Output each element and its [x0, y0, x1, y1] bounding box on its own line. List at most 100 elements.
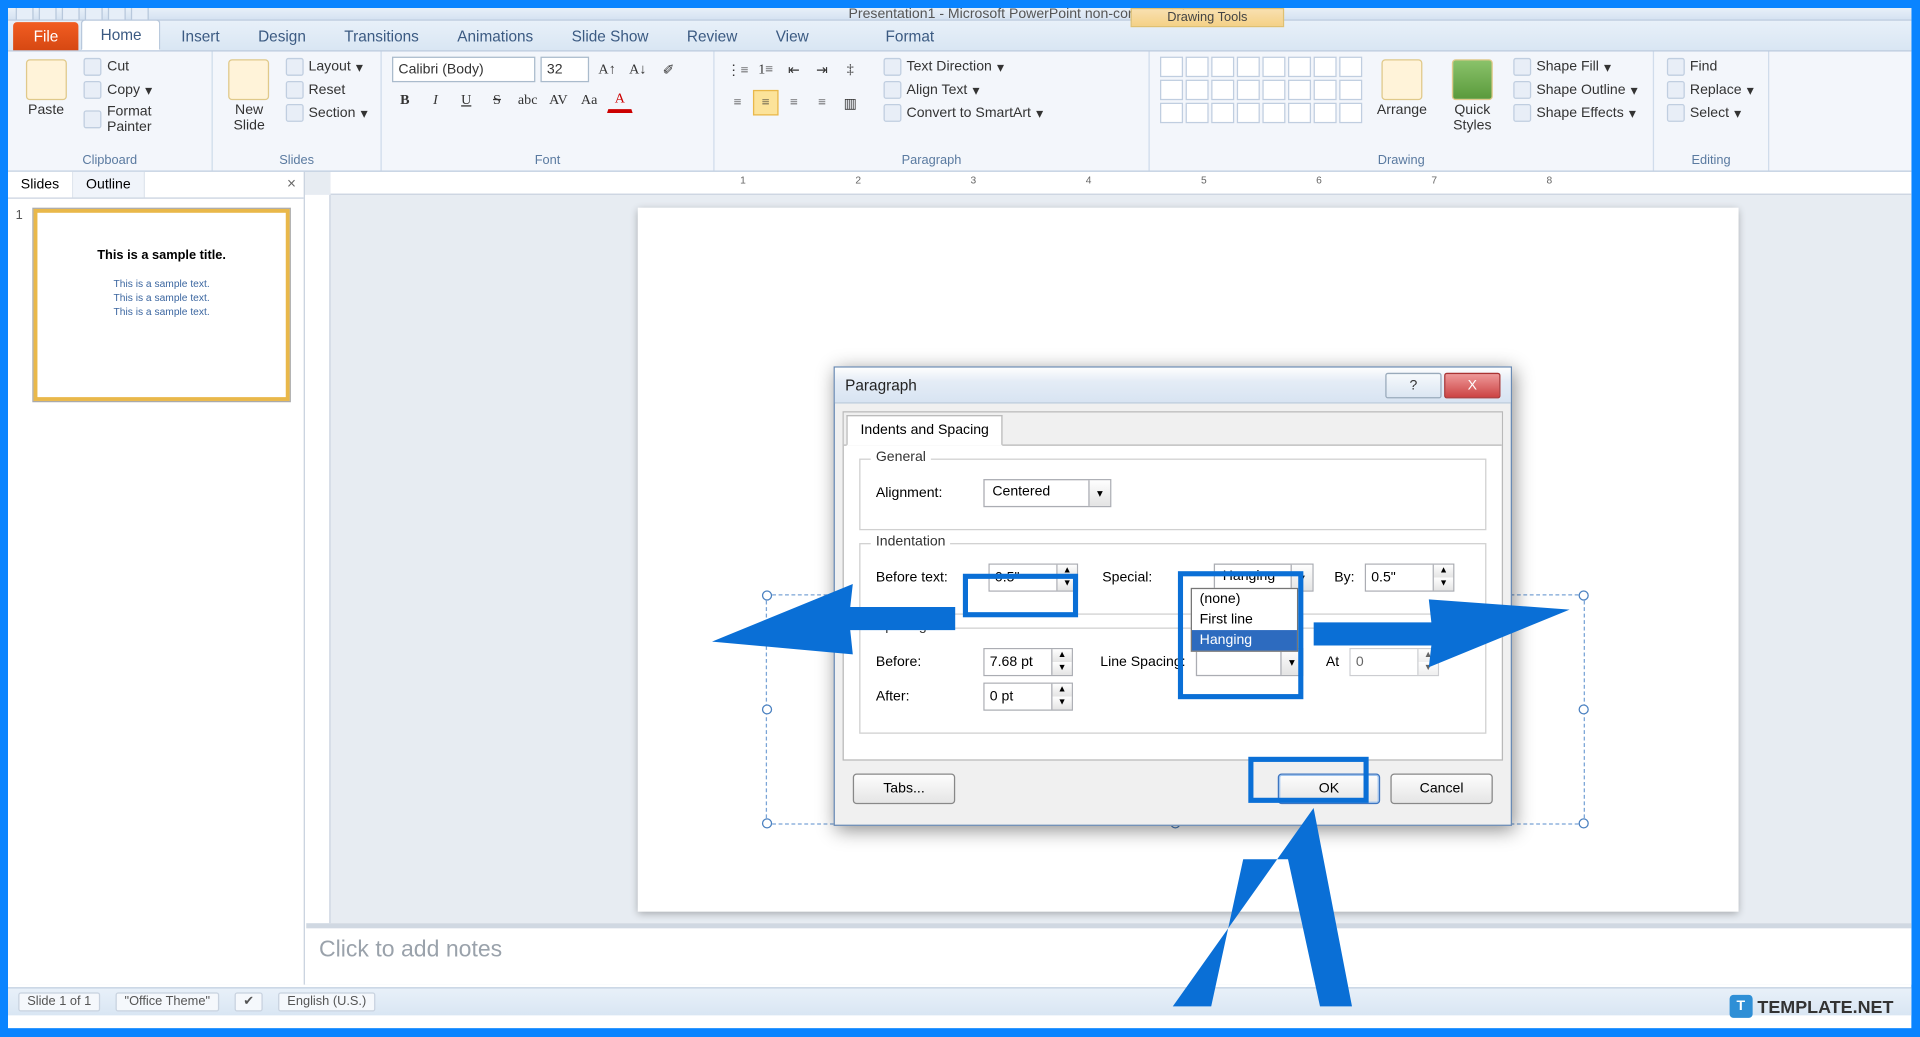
dropdown-option-none[interactable]: (none)	[1192, 589, 1297, 609]
layout-button[interactable]: Layout▾	[283, 57, 370, 77]
resize-handle[interactable]	[762, 704, 772, 714]
by-spinner[interactable]: ▲▼	[1365, 564, 1455, 592]
tab-review[interactable]: Review	[669, 22, 755, 50]
spin-down-icon[interactable]: ▼	[1058, 578, 1077, 591]
tab-file[interactable]: File	[13, 22, 79, 50]
shape-cell[interactable]	[1339, 80, 1362, 100]
spin-down-icon[interactable]: ▼	[1052, 697, 1071, 710]
format-painter-button[interactable]: Format Painter	[82, 103, 202, 136]
dropdown-option-hanging[interactable]: Hanging	[1192, 630, 1297, 650]
decrease-indent-icon[interactable]: ⇤	[781, 57, 807, 83]
grow-font-icon[interactable]: A↑	[594, 57, 620, 83]
new-slide-button[interactable]: New Slide	[223, 57, 275, 136]
slides-panel-close-icon[interactable]: ×	[279, 172, 303, 198]
shape-cell[interactable]	[1262, 80, 1285, 100]
align-left-icon[interactable]: ≡	[725, 90, 751, 116]
shapes-gallery[interactable]	[1160, 57, 1362, 124]
reset-button[interactable]: Reset	[283, 80, 370, 100]
undo-icon[interactable]	[62, 8, 80, 21]
justify-icon[interactable]: ≡	[809, 90, 835, 116]
shape-cell[interactable]	[1160, 80, 1183, 100]
line-spacing-select[interactable]: ▾	[1196, 648, 1304, 676]
spin-up-icon[interactable]: ▲	[1058, 565, 1077, 578]
resize-handle[interactable]	[1579, 818, 1589, 828]
status-spellcheck-icon[interactable]: ✔	[234, 993, 263, 1012]
tab-animations[interactable]: Animations	[439, 22, 551, 50]
shape-fill-button[interactable]: Shape Fill▾	[1511, 57, 1641, 77]
shape-cell[interactable]	[1211, 103, 1234, 123]
status-language[interactable]: English (U.S.)	[278, 993, 375, 1012]
shape-cell[interactable]	[1314, 57, 1337, 77]
spin-down-icon[interactable]: ▼	[1434, 578, 1453, 591]
font-color-button[interactable]: A	[607, 87, 633, 113]
shape-cell[interactable]	[1314, 103, 1337, 123]
line-spacing-icon[interactable]: ‡	[837, 57, 863, 83]
cut-button[interactable]: Cut	[82, 57, 202, 77]
increase-indent-icon[interactable]: ⇥	[809, 57, 835, 83]
shape-effects-button[interactable]: Shape Effects▾	[1511, 103, 1641, 123]
align-text-button[interactable]: Align Text▾	[881, 80, 1046, 100]
slides-panel-tab-slides[interactable]: Slides	[8, 172, 73, 198]
shape-cell[interactable]	[1288, 103, 1311, 123]
shape-cell[interactable]	[1288, 57, 1311, 77]
tab-indents-spacing[interactable]: Indents and Spacing	[846, 415, 1003, 446]
shape-cell[interactable]	[1262, 103, 1285, 123]
spin-up-icon[interactable]: ▲	[1052, 649, 1071, 662]
spin-up-icon[interactable]: ▲	[1052, 684, 1071, 697]
shape-cell[interactable]	[1186, 57, 1209, 77]
copy-button[interactable]: Copy▾	[82, 80, 202, 100]
align-right-icon[interactable]: ≡	[781, 90, 807, 116]
spin-up-icon[interactable]: ▲	[1434, 565, 1453, 578]
shape-cell[interactable]	[1186, 80, 1209, 100]
char-spacing-button[interactable]: AV	[546, 87, 572, 113]
app-icon[interactable]	[16, 8, 34, 21]
shape-cell[interactable]	[1339, 103, 1362, 123]
alignment-select[interactable]: Centered ▾	[983, 479, 1111, 507]
tab-transitions[interactable]: Transitions	[326, 22, 436, 50]
bullets-icon[interactable]: ⋮≡	[725, 57, 751, 83]
shape-cell[interactable]	[1339, 57, 1362, 77]
shape-cell[interactable]	[1262, 57, 1285, 77]
section-button[interactable]: Section▾	[283, 103, 370, 123]
strike-button[interactable]: S	[484, 87, 510, 113]
font-name-combo[interactable]: Calibri (Body)	[392, 57, 535, 83]
tab-format[interactable]: Format	[868, 22, 953, 50]
replace-button[interactable]: Replace▾	[1664, 80, 1757, 100]
text-shadow-button[interactable]: abc	[515, 87, 541, 113]
dialog-help-button[interactable]: ?	[1385, 372, 1441, 398]
spacing-after-input[interactable]	[985, 684, 1052, 710]
resize-handle[interactable]	[1579, 704, 1589, 714]
text-direction-button[interactable]: Text Direction▾	[881, 57, 1046, 77]
select-button[interactable]: Select▾	[1664, 103, 1757, 123]
dialog-title-bar[interactable]: Paragraph ? X	[835, 368, 1511, 404]
shape-cell[interactable]	[1237, 80, 1260, 100]
tab-home[interactable]: Home	[81, 20, 160, 51]
shape-cell[interactable]	[1288, 80, 1311, 100]
paste-button[interactable]: Paste	[18, 57, 74, 121]
shape-cell[interactable]	[1237, 57, 1260, 77]
resize-handle[interactable]	[1579, 590, 1589, 600]
underline-button[interactable]: U	[453, 87, 479, 113]
shape-cell[interactable]	[1314, 80, 1337, 100]
before-text-input[interactable]	[990, 565, 1057, 591]
spacing-before-spinner[interactable]: ▲▼	[983, 648, 1073, 676]
shape-cell[interactable]	[1186, 103, 1209, 123]
shape-cell[interactable]	[1211, 80, 1234, 100]
by-input[interactable]	[1366, 565, 1433, 591]
tab-insert[interactable]: Insert	[163, 22, 237, 50]
quick-styles-button[interactable]: Quick Styles	[1442, 57, 1503, 136]
font-size-combo[interactable]: 32	[540, 57, 589, 83]
find-button[interactable]: Find	[1664, 57, 1757, 77]
ok-button[interactable]: OK	[1278, 773, 1380, 804]
numbering-icon[interactable]: 1≡	[753, 57, 779, 83]
tab-view[interactable]: View	[758, 22, 827, 50]
tab-design[interactable]: Design	[240, 22, 324, 50]
shape-cell[interactable]	[1160, 103, 1183, 123]
dialog-close-button[interactable]: X	[1444, 372, 1500, 398]
shape-cell[interactable]	[1237, 103, 1260, 123]
spacing-before-input[interactable]	[985, 649, 1052, 675]
shrink-font-icon[interactable]: A↓	[625, 57, 651, 83]
spin-down-icon[interactable]: ▼	[1052, 662, 1071, 675]
clear-formatting-icon[interactable]: ✐	[656, 57, 682, 83]
italic-button[interactable]: I	[423, 87, 449, 113]
